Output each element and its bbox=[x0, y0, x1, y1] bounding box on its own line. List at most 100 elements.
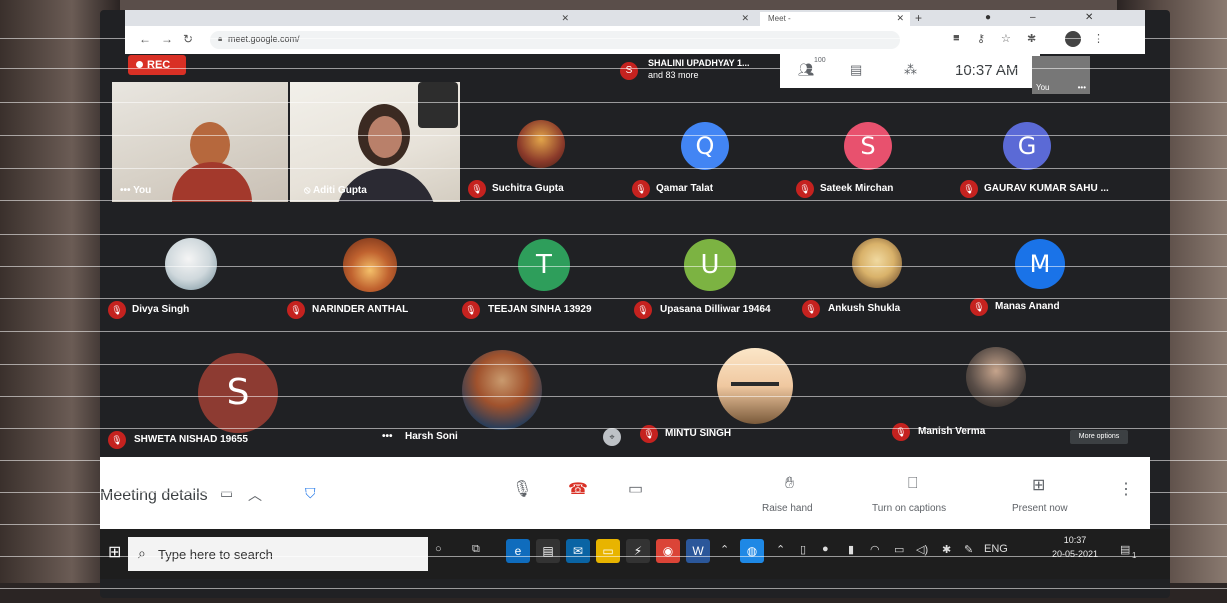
pen-icon[interactable]: ✎ bbox=[964, 543, 973, 556]
close-window-icon[interactable]: ✕ bbox=[1085, 12, 1093, 23]
close-icon[interactable]: ✕ bbox=[741, 13, 749, 24]
forward-icon[interactable]: → bbox=[161, 32, 173, 46]
people-icon[interactable]: 👥︎ bbox=[798, 62, 815, 78]
browser-tab[interactable]: ✕ bbox=[425, 12, 575, 26]
mic-off-icon: 🎙︎ bbox=[640, 425, 658, 443]
participant-name: Ankush Shukla bbox=[828, 303, 901, 314]
app-icon[interactable]: ⚡︎ bbox=[626, 539, 650, 563]
address-bar[interactable]: 🔒︎ meet.google.com/ bbox=[210, 31, 900, 49]
camera-icon[interactable]: ■ bbox=[953, 32, 960, 44]
task-view-icon[interactable]: ⧉ bbox=[472, 543, 480, 556]
mic-off-icon: 🎙︎ bbox=[287, 301, 305, 319]
back-icon[interactable]: ← bbox=[139, 32, 151, 46]
tray-icon[interactable]: ▮ bbox=[848, 543, 854, 556]
raise-hand-icon[interactable]: ✋︎ bbox=[785, 475, 794, 493]
volume-icon[interactable]: ◁) bbox=[916, 543, 928, 556]
rec-label: REC bbox=[147, 59, 171, 71]
record-dot-icon bbox=[136, 61, 143, 68]
meeting-details-button[interactable]: Meeting details bbox=[100, 487, 208, 505]
file-explorer-icon[interactable]: ▭ bbox=[596, 539, 620, 563]
chevron-icon[interactable]: ⌃ bbox=[720, 543, 729, 556]
self-view-thumbnail[interactable]: You ••• bbox=[1032, 56, 1090, 94]
presenter-name: SHALINI UPADHYAY 1... bbox=[648, 58, 750, 68]
close-icon[interactable]: ✕ bbox=[896, 13, 904, 24]
lock-icon: 🔒︎ bbox=[218, 34, 223, 43]
taskbar-clock[interactable]: 10:37 20-05-2021 bbox=[1045, 533, 1105, 561]
wall-art bbox=[418, 82, 458, 128]
app-icon-2[interactable]: ◍ bbox=[740, 539, 764, 563]
pin-icon[interactable]: ⌖ bbox=[603, 428, 621, 446]
raise-hand-label[interactable]: Raise hand bbox=[762, 503, 813, 514]
browser-tab[interactable]: ✕ bbox=[605, 12, 755, 26]
present-now-label[interactable]: Present now bbox=[1012, 503, 1068, 514]
extensions-icon[interactable]: ✱ bbox=[1027, 32, 1036, 45]
shield-icon[interactable]: ⛉ bbox=[305, 485, 316, 502]
chrome-icon[interactable]: ◉ bbox=[656, 539, 680, 563]
language-indicator[interactable]: ENG bbox=[984, 543, 1008, 555]
star-icon[interactable]: ☆ bbox=[1001, 32, 1011, 45]
self-label: You bbox=[1036, 83, 1050, 92]
end-call-icon[interactable]: ☎︎ bbox=[568, 479, 588, 499]
captions-icon[interactable]: ⎕ bbox=[908, 475, 918, 493]
chevron-up-icon[interactable]: ︿ bbox=[248, 485, 262, 505]
chat-bubble-icon[interactable]: ▭ bbox=[220, 485, 233, 502]
presenter-avatar: S bbox=[620, 62, 638, 80]
monitor-screen: ✕ ✕ Meet - ✕ + ● – ✕ ← → ↻ 🔒︎ meet.googl… bbox=[100, 10, 1170, 598]
video-tile-you[interactable]: ••• You bbox=[112, 82, 288, 202]
minimize-icon[interactable]: – bbox=[1030, 12, 1036, 23]
tab-label: Meet - bbox=[768, 14, 791, 23]
mic-off-icon: 🎙︎ bbox=[462, 301, 480, 319]
mail-icon[interactable]: ✉ bbox=[566, 539, 590, 563]
participant-name: Harsh Soni bbox=[405, 431, 458, 442]
person-body bbox=[172, 162, 252, 202]
participant-name: Manish Verma bbox=[918, 426, 986, 437]
reload-icon[interactable]: ↻ bbox=[183, 32, 193, 46]
participant-name: Aditi Gupta bbox=[312, 185, 367, 196]
mic-off-icon: 🎙︎ bbox=[960, 180, 978, 198]
meeting-clock: 10:37 AM bbox=[955, 62, 1019, 79]
menu-kebab-icon[interactable]: ⋮ bbox=[1093, 32, 1104, 45]
store-icon[interactable]: ▤ bbox=[536, 539, 560, 563]
search-placeholder: Type here to search bbox=[158, 547, 273, 562]
participant-name: Divya Singh bbox=[132, 304, 190, 315]
close-icon[interactable]: ✕ bbox=[561, 13, 569, 24]
tray-icon[interactable]: ▯ bbox=[800, 543, 806, 556]
activities-icon[interactable]: ⁂ bbox=[904, 62, 917, 78]
profile-avatar[interactable] bbox=[1065, 31, 1081, 47]
avatar-photo bbox=[165, 238, 217, 290]
profile-dot-icon[interactable]: ● bbox=[985, 12, 991, 23]
tile-label: ⦸ Aditi Gupta bbox=[304, 185, 367, 196]
taskbar-search[interactable]: ⌕ Type here to search bbox=[128, 537, 428, 571]
mic-off-icon: 🎙︎ bbox=[970, 298, 988, 316]
more-icon[interactable]: ••• bbox=[382, 431, 393, 442]
more-vert-icon[interactable]: ⋮ bbox=[1118, 479, 1134, 499]
mic-off-icon: 🎙︎ bbox=[108, 431, 126, 449]
more-icon[interactable]: ••• bbox=[120, 185, 133, 196]
word-icon[interactable]: W bbox=[686, 539, 710, 563]
camera-toggle-icon[interactable]: ▭ bbox=[628, 479, 643, 499]
tray-arrow-icon[interactable]: ⌃ bbox=[776, 543, 785, 556]
captions-label[interactable]: Turn on captions bbox=[872, 503, 946, 514]
wifi-icon[interactable]: ◠ bbox=[870, 543, 880, 556]
browser-tab-active[interactable]: Meet - ✕ bbox=[760, 12, 910, 26]
tray-icon[interactable]: ✱ bbox=[942, 543, 951, 556]
windows-start-icon[interactable]: ⊞ bbox=[108, 542, 121, 562]
present-icon[interactable]: ⊞ bbox=[1032, 475, 1045, 495]
key-icon[interactable]: ⚷ bbox=[977, 32, 985, 45]
presenter-more-count: and 83 more bbox=[648, 70, 699, 80]
more-icon[interactable]: ••• bbox=[1078, 83, 1086, 92]
edge-icon[interactable]: e bbox=[506, 539, 530, 563]
avatar-photo bbox=[343, 238, 397, 292]
video-tile-aditi[interactable]: ⦸ Aditi Gupta bbox=[290, 82, 460, 202]
mic-muted-icon: ⦸ bbox=[304, 185, 313, 196]
new-tab-icon[interactable]: + bbox=[915, 11, 922, 25]
cortana-icon[interactable]: ○ bbox=[435, 543, 442, 555]
tray-icon[interactable]: ● bbox=[822, 543, 829, 555]
chat-icon[interactable]: ▤ bbox=[850, 62, 862, 78]
microphone-icon[interactable]: 🎙︎ bbox=[512, 479, 532, 499]
battery-icon[interactable]: ▭ bbox=[894, 543, 904, 556]
notification-count: 1 bbox=[1132, 551, 1137, 560]
windows-taskbar: ⊞ ⌕ Type here to search ○ ⧉ e ▤ ✉ ▭ ⚡︎ ◉… bbox=[100, 529, 1170, 579]
participant-name: MINTU SINGH bbox=[665, 428, 732, 439]
notification-icon[interactable]: ▤ bbox=[1120, 543, 1130, 556]
